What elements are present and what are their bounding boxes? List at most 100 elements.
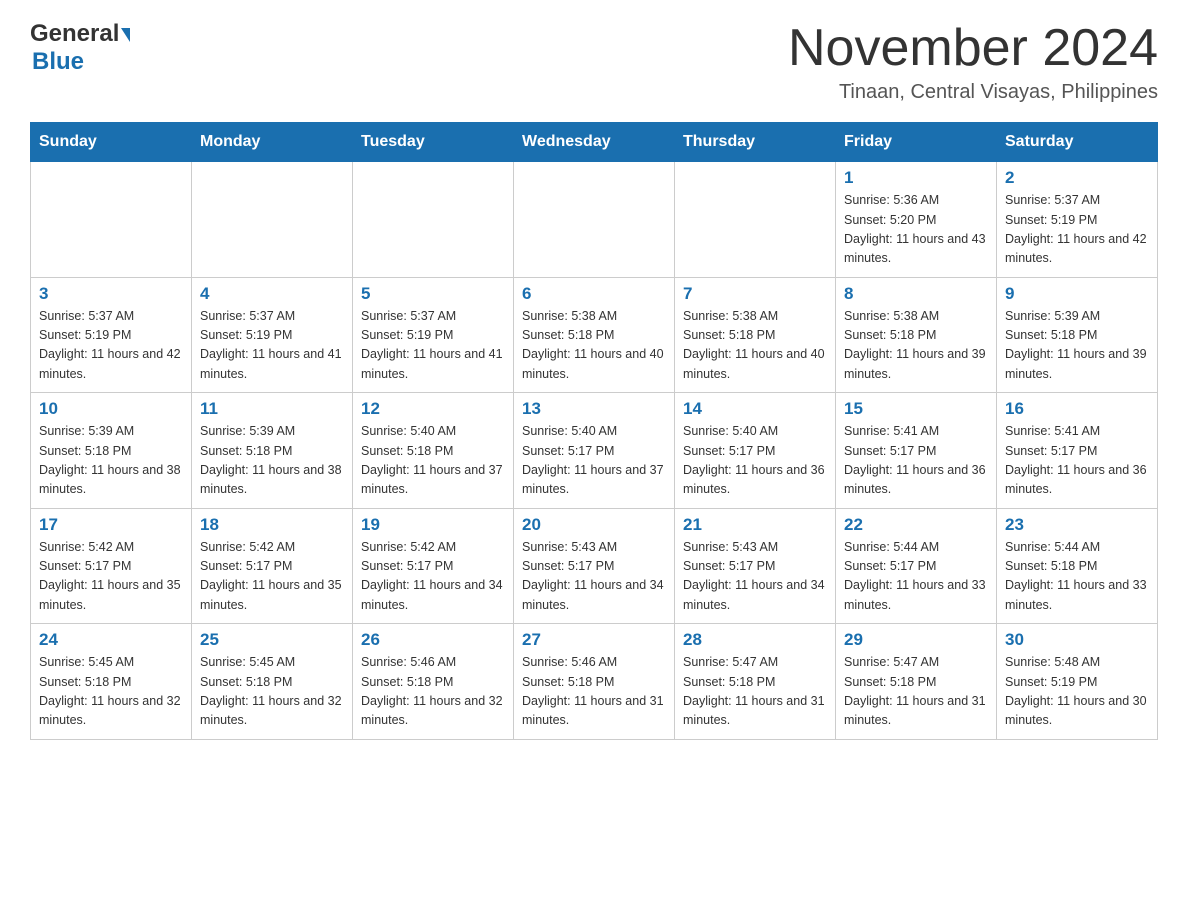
calendar-cell <box>192 162 353 278</box>
calendar-cell: 18Sunrise: 5:42 AM Sunset: 5:17 PM Dayli… <box>192 508 353 624</box>
calendar-week-row: 3 Sunrise: 5:37 AM Sunset: 5:19 PM Daylig… <box>31 277 1158 393</box>
day-sun-info: Sunrise: 5:43 AM Sunset: 5:17 PM Dayligh… <box>522 538 666 616</box>
day-sun-info: Sunrise: 5:42 AM Sunset: 5:17 PM Dayligh… <box>39 538 183 616</box>
day-number: 17 <box>39 515 183 535</box>
day-sun-info: Sunrise: 5:37 AM Sunset: 5:19 PM Dayligh… <box>39 307 183 385</box>
calendar-cell: 23 Sunrise: 5:44 AM Sunset: 5:18 PM Dayli… <box>997 508 1158 624</box>
day-number: 24 <box>39 630 183 650</box>
weekday-header-tuesday: Tuesday <box>353 123 514 162</box>
logo-arrow-icon <box>121 28 130 42</box>
calendar-cell: 24 Sunrise: 5:45 AM Sunset: 5:18 PM Dayli… <box>31 624 192 740</box>
calendar-cell: 30 Sunrise: 5:48 AM Sunset: 5:19 PM Dayli… <box>997 624 1158 740</box>
day-number: 28 <box>683 630 827 650</box>
calendar-cell: 14 Sunrise: 5:40 AM Sunset: 5:17 PM Dayli… <box>675 393 836 509</box>
calendar-cell <box>514 162 675 278</box>
day-sun-info: Sunrise: 5:42 AM Sunset: 5:17 PM Dayligh… <box>361 538 505 616</box>
day-sun-info: Sunrise: 5:44 AM Sunset: 5:18 PM Dayligh… <box>1005 538 1149 616</box>
day-number: 3 <box>39 284 183 304</box>
day-sun-info: Sunrise: 5:36 AM Sunset: 5:20 PM Dayligh… <box>844 191 988 269</box>
day-sun-info: Sunrise: 5:38 AM Sunset: 5:18 PM Dayligh… <box>522 307 666 385</box>
calendar-week-row: 24 Sunrise: 5:45 AM Sunset: 5:18 PM Dayli… <box>31 624 1158 740</box>
day-number: 14 <box>683 399 827 419</box>
calendar-cell: 2Sunrise: 5:37 AM Sunset: 5:19 PM Daylig… <box>997 162 1158 278</box>
day-sun-info: Sunrise: 5:41 AM Sunset: 5:17 PM Dayligh… <box>1005 422 1149 500</box>
day-sun-info: Sunrise: 5:37 AM Sunset: 5:19 PM Dayligh… <box>361 307 505 385</box>
weekday-header-row: SundayMondayTuesdayWednesdayThursdayFrid… <box>31 123 1158 162</box>
day-sun-info: Sunrise: 5:38 AM Sunset: 5:18 PM Dayligh… <box>844 307 988 385</box>
calendar-cell: 15 Sunrise: 5:41 AM Sunset: 5:17 PM Dayli… <box>836 393 997 509</box>
day-sun-info: Sunrise: 5:47 AM Sunset: 5:18 PM Dayligh… <box>683 653 827 731</box>
day-sun-info: Sunrise: 5:41 AM Sunset: 5:17 PM Dayligh… <box>844 422 988 500</box>
calendar-cell: 19Sunrise: 5:42 AM Sunset: 5:17 PM Dayli… <box>353 508 514 624</box>
day-number: 10 <box>39 399 183 419</box>
calendar-cell: 27Sunrise: 5:46 AM Sunset: 5:18 PM Dayli… <box>514 624 675 740</box>
calendar-cell: 5 Sunrise: 5:37 AM Sunset: 5:19 PM Daylig… <box>353 277 514 393</box>
calendar-cell: 13Sunrise: 5:40 AM Sunset: 5:17 PM Dayli… <box>514 393 675 509</box>
calendar-cell: 3 Sunrise: 5:37 AM Sunset: 5:19 PM Daylig… <box>31 277 192 393</box>
day-number: 7 <box>683 284 827 304</box>
weekday-header-friday: Friday <box>836 123 997 162</box>
day-number: 11 <box>200 399 344 419</box>
logo-general-text: General <box>30 20 119 48</box>
day-sun-info: Sunrise: 5:45 AM Sunset: 5:18 PM Dayligh… <box>200 653 344 731</box>
day-sun-info: Sunrise: 5:40 AM Sunset: 5:17 PM Dayligh… <box>683 422 827 500</box>
weekday-header-thursday: Thursday <box>675 123 836 162</box>
logo: General Blue <box>30 20 130 76</box>
day-number: 13 <box>522 399 666 419</box>
day-sun-info: Sunrise: 5:39 AM Sunset: 5:18 PM Dayligh… <box>1005 307 1149 385</box>
calendar-cell: 16Sunrise: 5:41 AM Sunset: 5:17 PM Dayli… <box>997 393 1158 509</box>
day-number: 20 <box>522 515 666 535</box>
calendar-cell: 28 Sunrise: 5:47 AM Sunset: 5:18 PM Dayli… <box>675 624 836 740</box>
weekday-header-saturday: Saturday <box>997 123 1158 162</box>
calendar-cell <box>353 162 514 278</box>
day-number: 6 <box>522 284 666 304</box>
day-sun-info: Sunrise: 5:43 AM Sunset: 5:17 PM Dayligh… <box>683 538 827 616</box>
calendar-table: SundayMondayTuesdayWednesdayThursdayFrid… <box>30 122 1158 740</box>
day-number: 22 <box>844 515 988 535</box>
calendar-cell: 11 Sunrise: 5:39 AM Sunset: 5:18 PM Dayli… <box>192 393 353 509</box>
day-sun-info: Sunrise: 5:40 AM Sunset: 5:18 PM Dayligh… <box>361 422 505 500</box>
day-number: 29 <box>844 630 988 650</box>
calendar-cell: 22 Sunrise: 5:44 AM Sunset: 5:17 PM Dayli… <box>836 508 997 624</box>
location-subtitle: Tinaan, Central Visayas, Philippines <box>788 81 1158 104</box>
calendar-cell: 17 Sunrise: 5:42 AM Sunset: 5:17 PM Dayli… <box>31 508 192 624</box>
day-number: 8 <box>844 284 988 304</box>
calendar-cell <box>31 162 192 278</box>
day-number: 5 <box>361 284 505 304</box>
calendar-week-row: 1Sunrise: 5:36 AM Sunset: 5:20 PM Daylig… <box>31 162 1158 278</box>
calendar-cell: 20 Sunrise: 5:43 AM Sunset: 5:17 PM Dayli… <box>514 508 675 624</box>
calendar-cell: 10 Sunrise: 5:39 AM Sunset: 5:18 PM Dayli… <box>31 393 192 509</box>
title-area: November 2024 Tinaan, Central Visayas, P… <box>788 20 1158 104</box>
calendar-cell: 26Sunrise: 5:46 AM Sunset: 5:18 PM Dayli… <box>353 624 514 740</box>
calendar-week-row: 10 Sunrise: 5:39 AM Sunset: 5:18 PM Dayli… <box>31 393 1158 509</box>
calendar-week-row: 17 Sunrise: 5:42 AM Sunset: 5:17 PM Dayli… <box>31 508 1158 624</box>
day-number: 27 <box>522 630 666 650</box>
weekday-header-wednesday: Wednesday <box>514 123 675 162</box>
day-number: 18 <box>200 515 344 535</box>
day-sun-info: Sunrise: 5:48 AM Sunset: 5:19 PM Dayligh… <box>1005 653 1149 731</box>
day-sun-info: Sunrise: 5:39 AM Sunset: 5:18 PM Dayligh… <box>39 422 183 500</box>
calendar-cell: 25 Sunrise: 5:45 AM Sunset: 5:18 PM Dayli… <box>192 624 353 740</box>
day-number: 23 <box>1005 515 1149 535</box>
calendar-cell: 12 Sunrise: 5:40 AM Sunset: 5:18 PM Dayli… <box>353 393 514 509</box>
day-number: 15 <box>844 399 988 419</box>
day-number: 21 <box>683 515 827 535</box>
day-number: 30 <box>1005 630 1149 650</box>
day-sun-info: Sunrise: 5:38 AM Sunset: 5:18 PM Dayligh… <box>683 307 827 385</box>
day-sun-info: Sunrise: 5:46 AM Sunset: 5:18 PM Dayligh… <box>361 653 505 731</box>
calendar-cell: 4Sunrise: 5:37 AM Sunset: 5:19 PM Daylig… <box>192 277 353 393</box>
day-number: 12 <box>361 399 505 419</box>
weekday-header-monday: Monday <box>192 123 353 162</box>
day-number: 9 <box>1005 284 1149 304</box>
calendar-cell <box>675 162 836 278</box>
month-year-title: November 2024 <box>788 20 1158 77</box>
calendar-cell: 8 Sunrise: 5:38 AM Sunset: 5:18 PM Daylig… <box>836 277 997 393</box>
calendar-cell: 9 Sunrise: 5:39 AM Sunset: 5:18 PM Daylig… <box>997 277 1158 393</box>
page-header: General Blue November 2024 Tinaan, Centr… <box>30 20 1158 104</box>
logo-blue-text: Blue <box>32 48 130 76</box>
day-sun-info: Sunrise: 5:45 AM Sunset: 5:18 PM Dayligh… <box>39 653 183 731</box>
day-number: 25 <box>200 630 344 650</box>
day-sun-info: Sunrise: 5:44 AM Sunset: 5:17 PM Dayligh… <box>844 538 988 616</box>
day-number: 4 <box>200 284 344 304</box>
day-sun-info: Sunrise: 5:39 AM Sunset: 5:18 PM Dayligh… <box>200 422 344 500</box>
